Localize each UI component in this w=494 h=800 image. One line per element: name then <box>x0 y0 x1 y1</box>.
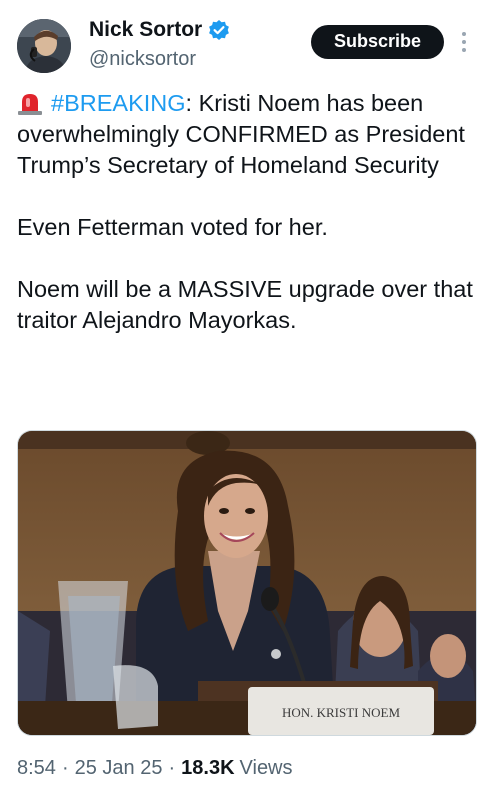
verified-badge-icon <box>208 19 230 41</box>
views-count[interactable]: 18.3K <box>181 757 234 780</box>
avatar-image <box>17 19 71 73</box>
tweet-date[interactable]: 25 Jan 25 <box>75 757 163 780</box>
tweet-time[interactable]: 8:54 <box>17 757 56 780</box>
photo-image: HON. KRISTI NOEM <box>18 431 476 735</box>
siren-icon <box>17 91 43 115</box>
more-options-icon[interactable] <box>458 30 470 54</box>
author-name[interactable]: Nick Sortor <box>89 18 202 42</box>
subscribe-button[interactable]: Subscribe <box>311 25 444 59</box>
avatar[interactable] <box>17 19 71 73</box>
nameplate-text: HON. KRISTI NOEM <box>282 705 401 720</box>
tweet-photo[interactable]: HON. KRISTI NOEM <box>17 430 477 736</box>
author-name-row[interactable]: Nick Sortor <box>89 18 230 42</box>
tweet-paragraph-2: Even Fetterman voted for her. <box>17 214 328 240</box>
author-handle[interactable]: @nicksortor <box>89 48 196 71</box>
tweet-text: #BREAKING: Kristi Noem has been overwhel… <box>17 88 487 336</box>
tweet-paragraph-1: #BREAKING: Kristi Noem has been overwhel… <box>17 88 487 181</box>
tweet-paragraph-3: Noem will be a MASSIVE upgrade over that… <box>17 276 473 333</box>
tweet-metadata: 8:54 · 25 Jan 25 · 18.3K Views <box>17 757 293 780</box>
views-label: Views <box>239 757 293 779</box>
hashtag-link[interactable]: #BREAKING <box>51 90 186 116</box>
